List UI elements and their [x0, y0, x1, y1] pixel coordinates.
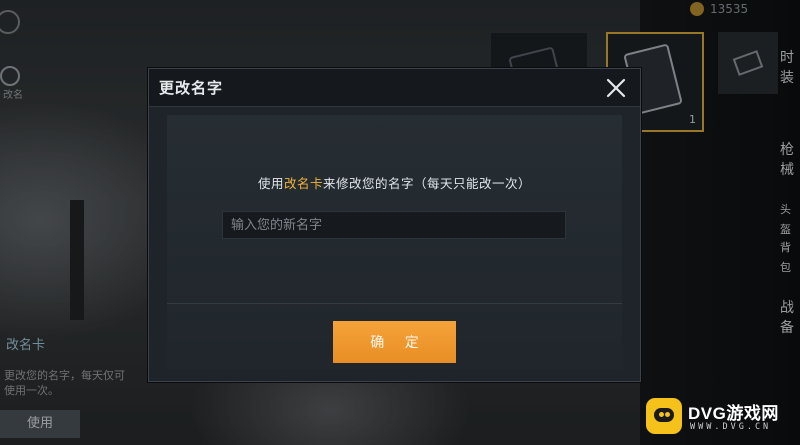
rename-prompt: 使用改名卡来修改您的名字（每天只能改一次） [149, 173, 640, 192]
new-name-input[interactable] [222, 211, 566, 239]
prompt-suffix: 来修改您的名字（每天只能改一次） [323, 176, 532, 191]
rename-card-link: 改名卡 [283, 176, 323, 191]
watermark-url: WWW.DVG.CN [690, 422, 772, 432]
dialog-title: 更改名字 [159, 79, 224, 97]
divider [167, 303, 622, 304]
dvg-logo-icon [646, 398, 682, 434]
site-watermark: DVG游戏网 WWW.DVG.CN [646, 394, 796, 440]
watermark-name: DVG游戏网 [688, 404, 779, 423]
prompt-prefix: 使用 [257, 176, 284, 191]
confirm-button[interactable]: 确 定 [333, 321, 456, 363]
dialog-header: 更改名字 [149, 69, 640, 107]
close-button[interactable] [602, 74, 630, 102]
close-icon [606, 78, 626, 98]
rename-dialog: 更改名字 使用改名卡来修改您的名字（每天只能改一次） 确 定 [148, 68, 641, 382]
